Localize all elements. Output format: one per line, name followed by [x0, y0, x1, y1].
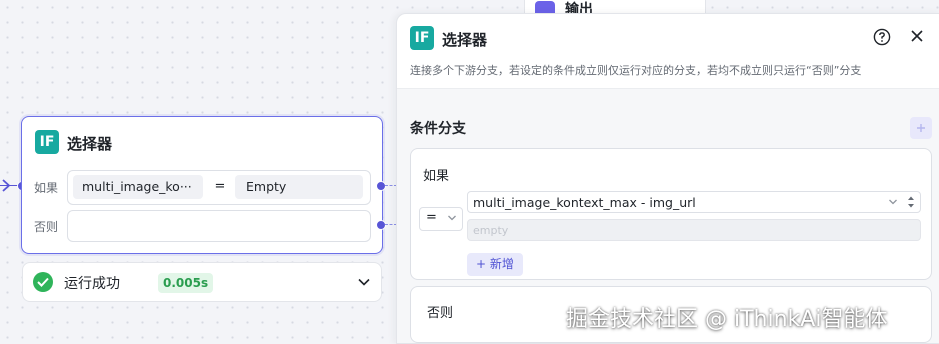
variable-value: multi_image_kontext_max - img_url	[473, 195, 696, 210]
if-branch-label: 如果	[34, 181, 59, 195]
spinner-arrows-icon[interactable]	[905, 193, 917, 211]
plus-icon	[917, 124, 925, 132]
selector-node[interactable]: IF 选择器 如果 multi_image_ko··· = Empty 否则	[21, 116, 383, 254]
arrow-right-icon	[2, 179, 11, 192]
value-input[interactable]: empty	[467, 219, 921, 241]
operator-value: =	[426, 210, 437, 225]
panel-description: 连接多个下游分支，若设定的条件成立则仅运行对应的分支，若均不成立则只运行“否则”…	[410, 64, 862, 77]
close-icon[interactable]	[910, 29, 924, 43]
if-card-label: 如果	[423, 169, 450, 184]
variable-select[interactable]: multi_image_kontext_max - img_url	[467, 191, 921, 213]
add-branch-button[interactable]	[910, 117, 932, 139]
condition-row[interactable]: multi_image_ko··· = Empty	[67, 170, 371, 205]
operator-select[interactable]: =	[419, 207, 463, 231]
selector-config-panel: IF 选择器 连接多个下游分支，若设定的条件成立则仅运行对应的分支，若均不成立则…	[396, 13, 939, 344]
node-title: 选择器	[67, 135, 113, 153]
help-icon[interactable]	[873, 28, 891, 46]
chevron-down-icon[interactable]	[357, 275, 371, 289]
run-time-badge: 0.005s	[158, 273, 214, 293]
check-circle-icon	[33, 272, 53, 292]
if-output-port[interactable]	[376, 181, 386, 191]
else-branch-row[interactable]	[67, 210, 371, 242]
run-status-label: 运行成功	[64, 276, 120, 292]
panel-title: 选择器	[442, 31, 488, 49]
condition-value: Empty	[235, 175, 363, 199]
if-icon: IF	[410, 26, 434, 50]
condition-operator: =	[214, 179, 226, 194]
add-condition-button[interactable]: + 新增	[467, 253, 523, 276]
else-card-label: 否则	[427, 306, 454, 321]
section-title: 条件分支	[410, 121, 466, 137]
condition-variable: multi_image_ko···	[73, 175, 203, 199]
chevron-down-icon	[889, 199, 897, 205]
if-icon: IF	[35, 130, 59, 154]
else-output-port[interactable]	[376, 220, 386, 230]
else-branch-label: 否则	[34, 220, 59, 234]
if-branch-card: 如果 = multi_image_kontext_max - img_url e…	[410, 148, 932, 280]
chevron-down-icon	[448, 215, 456, 221]
watermark: 掘金技术社区 @ iThinkAi智能体	[566, 307, 888, 332]
run-status-bar[interactable]: 运行成功 0.005s	[22, 262, 382, 302]
value-placeholder: empty	[473, 224, 509, 237]
